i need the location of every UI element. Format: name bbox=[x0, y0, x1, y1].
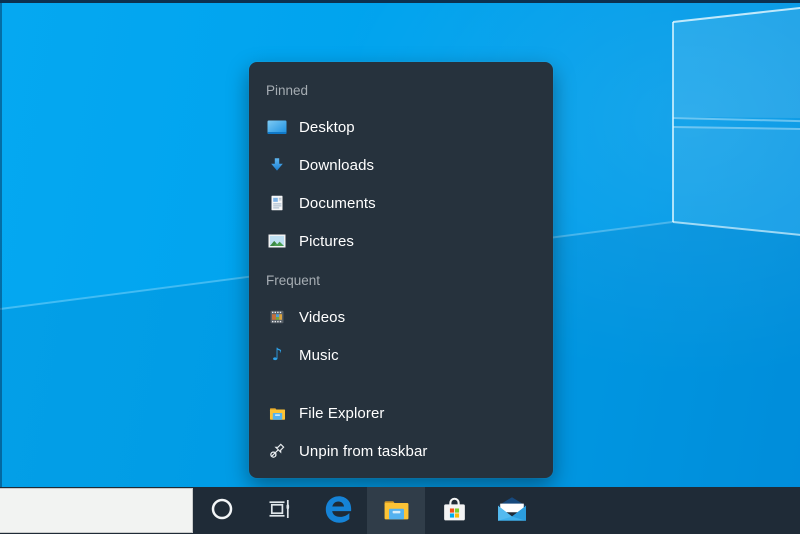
jumplist-item-documents[interactable]: Documents bbox=[249, 184, 553, 222]
mail-envelope-icon bbox=[497, 496, 527, 525]
taskbar-button-edge[interactable] bbox=[309, 487, 367, 534]
jumplist-item-desktop[interactable]: Desktop bbox=[249, 108, 553, 146]
taskbar-button-mail[interactable] bbox=[483, 487, 541, 534]
documents-icon bbox=[266, 194, 288, 212]
jumplist-item-label: File Explorer bbox=[299, 405, 385, 422]
taskbar-button-file-explorer[interactable] bbox=[367, 487, 425, 534]
screen-top-edge bbox=[0, 0, 800, 3]
taskbar bbox=[0, 487, 800, 534]
screen-left-edge bbox=[0, 3, 2, 487]
jumplist-section-header-frequent: Frequent bbox=[266, 272, 536, 290]
file-explorer-folder-icon bbox=[266, 404, 288, 422]
jumplist-item-label: Downloads bbox=[299, 157, 374, 174]
music-icon: ♪ bbox=[266, 346, 288, 364]
wallpaper-logo-left-edge bbox=[672, 22, 674, 222]
taskbar-button-cortana[interactable] bbox=[193, 487, 251, 534]
downloads-icon bbox=[266, 156, 288, 174]
jumplist-item-music[interactable]: ♪ Music bbox=[249, 336, 553, 374]
jumplist-item-label: Music bbox=[299, 347, 339, 364]
videos-icon bbox=[266, 308, 288, 326]
jumplist-item-label: Pictures bbox=[299, 233, 354, 250]
file-explorer-jumplist: Pinned Desktop bbox=[249, 62, 553, 478]
jumplist-actions: File Explorer Unpin from taskbar bbox=[249, 394, 553, 470]
task-view-icon bbox=[267, 496, 293, 525]
wallpaper-windows-logo-pane-bottom bbox=[673, 124, 800, 236]
jumplist-item-downloads[interactable]: Downloads bbox=[249, 146, 553, 184]
wallpaper-windows-logo-pane-top bbox=[673, 8, 800, 120]
taskbar-button-task-view[interactable] bbox=[251, 487, 309, 534]
desktop-screen: Pinned Desktop bbox=[0, 0, 800, 534]
jumplist-item-videos[interactable]: Videos bbox=[249, 298, 553, 336]
folder-icon bbox=[383, 498, 410, 524]
jumplist-section-header-pinned: Pinned bbox=[266, 82, 536, 100]
jumplist-item-label: Videos bbox=[299, 309, 345, 326]
taskbar-button-store[interactable] bbox=[425, 487, 483, 534]
store-bag-icon bbox=[440, 495, 469, 527]
unpin-icon bbox=[266, 442, 288, 460]
jumplist-item-unpin[interactable]: Unpin from taskbar bbox=[249, 432, 553, 470]
jumplist-item-label: Unpin from taskbar bbox=[299, 443, 428, 460]
taskbar-search-box[interactable] bbox=[0, 488, 193, 533]
desktop-icon bbox=[266, 118, 288, 136]
jumplist-item-label: Desktop bbox=[299, 119, 355, 136]
jumplist-item-pictures[interactable]: Pictures bbox=[249, 222, 553, 260]
edge-icon bbox=[322, 493, 355, 529]
jumplist-item-label: Documents bbox=[299, 195, 376, 212]
pictures-icon bbox=[266, 232, 288, 250]
cortana-circle-icon bbox=[210, 497, 234, 524]
jumplist-item-file-explorer[interactable]: File Explorer bbox=[249, 394, 553, 432]
